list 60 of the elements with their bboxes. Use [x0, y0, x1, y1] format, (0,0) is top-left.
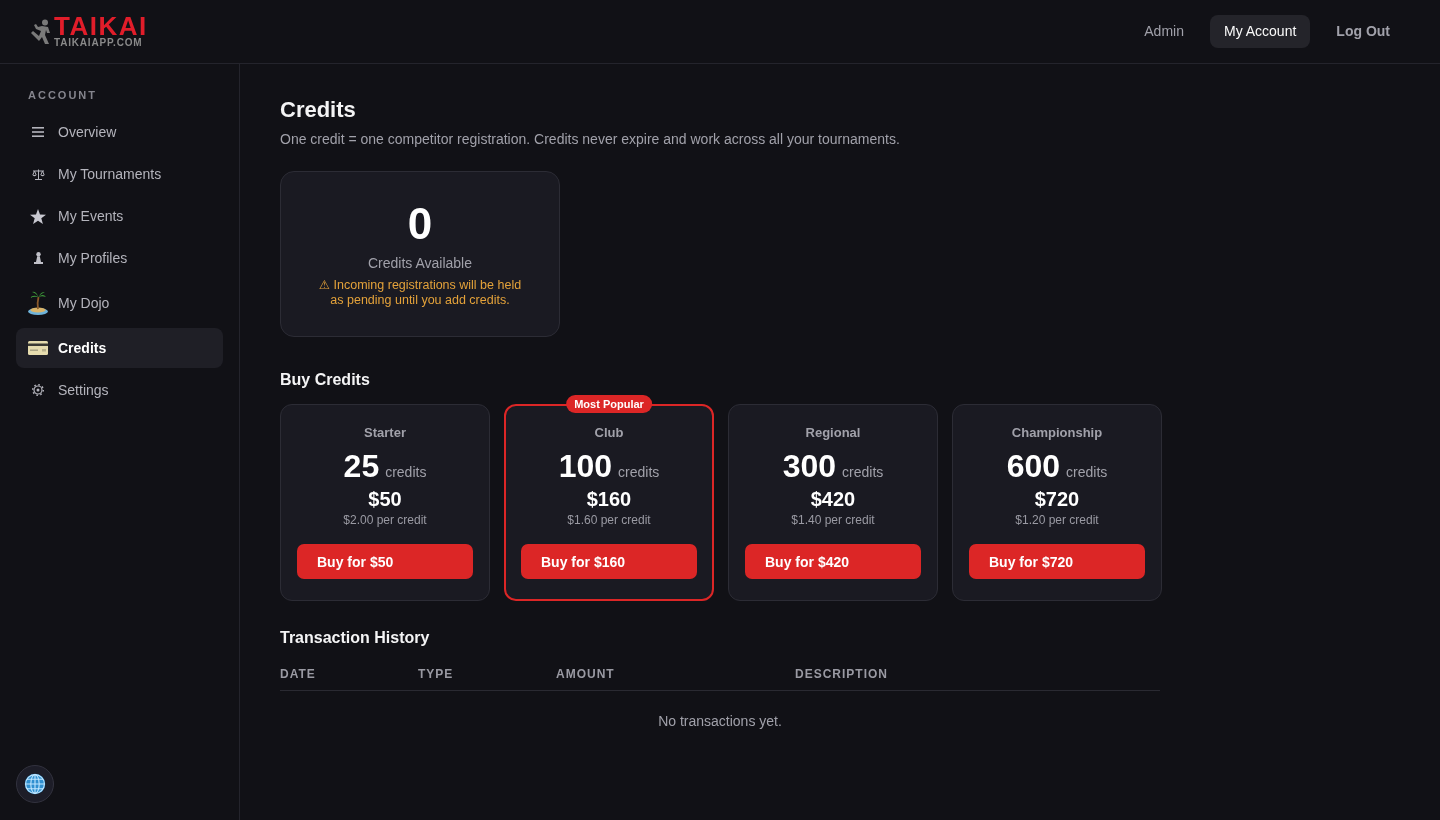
package-price: $160 [586, 487, 632, 511]
sidebar-item[interactable]: My Events [16, 196, 223, 236]
credit-amount: 600 [1006, 447, 1061, 485]
list-icon [32, 127, 44, 137]
column-header: AMOUNT [556, 667, 615, 682]
language-button[interactable] [16, 765, 54, 803]
popular-badge: Most Popular [566, 395, 652, 413]
settings-icon [32, 384, 44, 396]
section-title: Transaction History [280, 628, 431, 648]
star-icon [30, 208, 46, 224]
column-header: DATE [280, 667, 316, 682]
logo-wordmark: TAIKAI [54, 15, 148, 37]
nav-link[interactable]: My Account [1209, 15, 1311, 48]
unit-price: $2.00 per credit [343, 512, 427, 528]
credit-unit: credits [385, 463, 427, 481]
globe-icon [24, 773, 46, 795]
column-header: DESCRIPTION [795, 667, 888, 682]
balance-amount: 0 [407, 200, 433, 248]
sidebar-item[interactable]: My Profiles [16, 238, 223, 278]
package-price: $720 [1034, 487, 1080, 511]
buy-button[interactable]: Buy for $720 [969, 544, 1145, 579]
credit-unit: credits [618, 463, 660, 481]
section-title: Buy Credits [280, 370, 371, 390]
scales-icon [31, 168, 45, 180]
credit-unit: credits [842, 463, 884, 481]
warning-message: ⚠ Incoming registrations will be held as pending until you add credits. [317, 278, 523, 308]
unit-price: $1.20 per credit [1015, 512, 1099, 528]
sidebar-item[interactable]: Credits [16, 328, 223, 368]
credit-amount: 100 [558, 447, 613, 485]
unit-price: $1.60 per credit [567, 512, 651, 528]
unit-price: $1.40 per credit [791, 512, 875, 528]
sidebar-section-label: ACCOUNT [27, 88, 97, 102]
package-name: Starter [364, 424, 406, 442]
buy-button[interactable]: Buy for $160 [521, 544, 697, 579]
buy-button[interactable]: Buy for $420 [745, 544, 921, 579]
package-name: Championship [1011, 424, 1103, 442]
sidebar-item[interactable]: Overview [16, 112, 223, 152]
sidebar-item[interactable]: My Tournaments [16, 154, 223, 194]
credit-unit: credits [1066, 463, 1108, 481]
column-header: TYPE [418, 667, 454, 682]
figure-icon [30, 18, 52, 45]
page-title: Credits [280, 96, 357, 124]
package-name: Club [594, 424, 624, 442]
package-price: $420 [810, 487, 856, 511]
balance-label: Credits Available [368, 254, 472, 272]
pawn-icon [33, 252, 43, 264]
logo-domain: TAIKAIAPP.COM [54, 37, 143, 48]
empty-message: No transactions yet. [657, 712, 783, 731]
sidebar-item[interactable]: Settings [16, 370, 223, 410]
island-icon [28, 291, 48, 315]
package-price: $50 [368, 487, 402, 511]
buy-button[interactable]: Buy for $50 [297, 544, 473, 579]
credit-amount: 25 [343, 447, 380, 485]
page-description: One credit = one competitor registration. Credits never expire and work across all your tournaments. [280, 130, 901, 148]
nav-link[interactable]: Log Out [1322, 15, 1404, 48]
sidebar-item[interactable]: My Dojo [16, 280, 223, 326]
package-name: Regional [805, 424, 861, 442]
credit-card-icon [28, 341, 48, 355]
credit-amount: 300 [782, 447, 837, 485]
nav-link[interactable]: Admin [1130, 15, 1198, 48]
